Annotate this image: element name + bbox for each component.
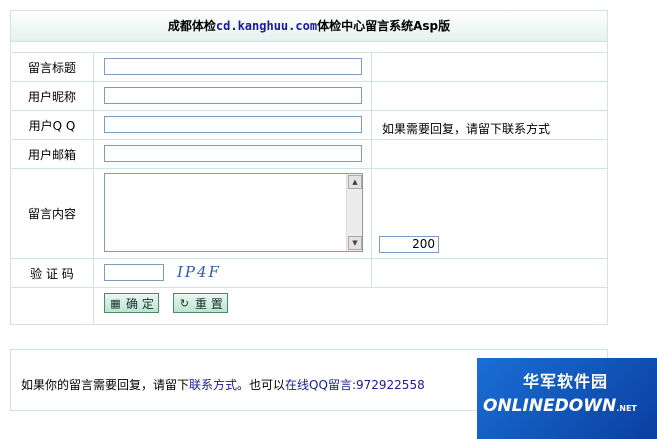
spacer-row: [11, 42, 607, 53]
hint-cell: [372, 140, 607, 168]
hint-cell: 如果需要回复，请留下联系方式: [372, 111, 607, 139]
qq-hint: 如果需要回复，请留下联系方式: [382, 122, 551, 136]
field-label: 用户Q Q: [11, 111, 94, 139]
qq-input[interactable]: [104, 116, 362, 133]
row-title: 留言标题: [11, 53, 607, 82]
button-cell: ▦ 确 定 ↻ 重 置: [94, 288, 371, 324]
reset-button[interactable]: ↻ 重 置: [173, 293, 228, 313]
field-cell: [94, 140, 372, 168]
char-counter: 200: [379, 236, 439, 253]
refresh-icon: ↻: [179, 296, 190, 310]
row-email: 用户邮箱: [11, 140, 607, 169]
row-content: 留言内容 ▲ ▼ 200: [11, 169, 607, 259]
content-scrollbar[interactable]: ▲ ▼: [346, 174, 362, 251]
submit-label: 确 定: [126, 296, 154, 311]
contact-link[interactable]: 联系方式: [189, 378, 237, 392]
hint-cell: [372, 82, 607, 110]
qq-online-link[interactable]: 在线QQ留言: [285, 378, 352, 392]
empty-label: [11, 288, 94, 324]
watermark-cn: 华军软件园: [523, 372, 609, 391]
hint-cell: [372, 259, 607, 287]
row-buttons: ▦ 确 定 ↻ 重 置: [11, 288, 607, 324]
field-label: 留言内容: [11, 169, 94, 258]
watermark-suffix: .NET: [616, 404, 637, 413]
title-input[interactable]: [104, 58, 362, 75]
field-label: 用户邮箱: [11, 140, 94, 168]
content-textarea[interactable]: ▲ ▼: [104, 173, 363, 252]
watermark-en: ONLINEDOWN.NET: [483, 396, 637, 416]
email-input[interactable]: [104, 145, 362, 162]
field-cell: [94, 111, 372, 139]
form-header: 成都体检cd.kanghuu.com体检中心留言系统Asp版: [11, 11, 607, 42]
scroll-down-icon[interactable]: ▼: [348, 236, 362, 250]
qq-number: :972922558: [351, 378, 425, 392]
field-cell: ▲ ▼: [94, 169, 372, 258]
hint-cell: [372, 53, 607, 81]
field-cell: [94, 53, 372, 81]
watermark-logo: 华军软件园 ONLINEDOWN.NET: [477, 358, 657, 439]
title-prefix: 成都体检: [167, 19, 216, 33]
row-captcha: 验 证 码 IP4F: [11, 259, 607, 288]
watermark-en-text: ONLINEDOWN: [483, 396, 617, 416]
submit-button[interactable]: ▦ 确 定: [104, 293, 159, 313]
field-label: 验 证 码: [11, 259, 94, 287]
field-label: 留言标题: [11, 53, 94, 81]
message-form: 成都体检cd.kanghuu.com体检中心留言系统Asp版 留言标题 用户昵称…: [10, 10, 608, 325]
nickname-input[interactable]: [104, 87, 362, 104]
scroll-up-icon[interactable]: ▲: [348, 175, 362, 189]
row-nickname: 用户昵称: [11, 82, 607, 111]
notice-message: 如果你的留言需要回复，请留下联系方式。也可以在线QQ留言:972922558: [21, 376, 425, 393]
counter-cell: 200: [372, 169, 607, 258]
field-cell: [94, 82, 372, 110]
field-label: 用户昵称: [11, 82, 94, 110]
notice-text-middle: 。也可以: [237, 378, 286, 392]
captcha-image[interactable]: IP4F: [177, 263, 221, 281]
reset-label: 重 置: [195, 296, 223, 311]
row-qq: 用户Q Q 如果需要回复，请留下联系方式: [11, 111, 607, 140]
grid-icon: ▦: [110, 296, 121, 310]
title-url: cd.kanghuu.com: [215, 19, 318, 33]
captcha-input[interactable]: [104, 264, 164, 281]
field-cell: IP4F: [94, 259, 372, 287]
notice-text-before: 如果你的留言需要回复，请留下: [21, 378, 190, 392]
title-suffix: 体检中心留言系统Asp版: [317, 19, 451, 33]
